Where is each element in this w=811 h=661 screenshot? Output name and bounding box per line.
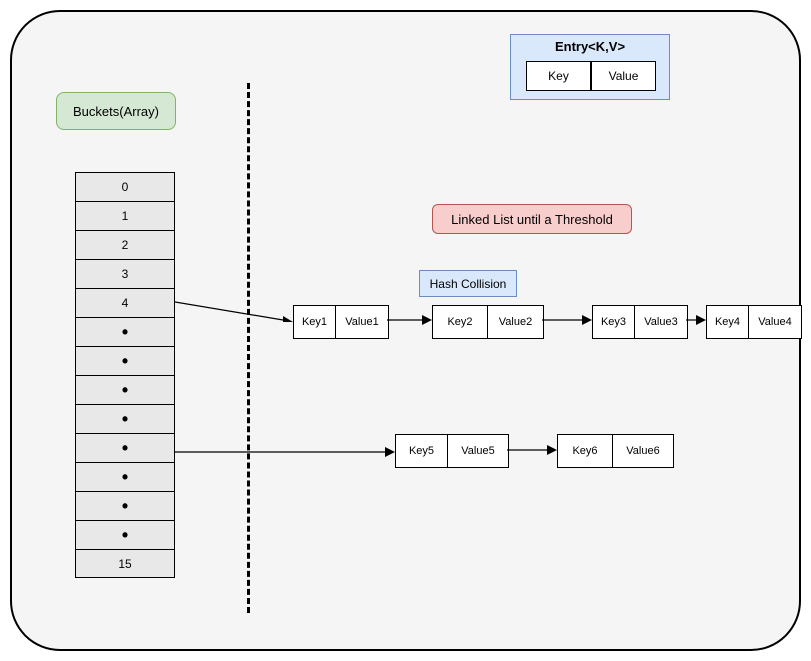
node-key: Key3 [593, 306, 635, 338]
bucket-cell: 4 [75, 288, 175, 317]
hash-collision-text: Hash Collision [430, 277, 507, 291]
list-node: Key5 Value5 [395, 434, 509, 468]
buckets-label: Buckets(Array) [56, 92, 176, 130]
bucket-cell: 15 [75, 549, 175, 578]
arrow-icon [686, 312, 706, 328]
bucket-cell: 0 [75, 172, 175, 201]
arrow-icon [175, 444, 395, 460]
list-node: Key1 Value1 [293, 305, 389, 339]
hash-collision-label: Hash Collision [419, 270, 517, 297]
entry-value-cell: Value [591, 61, 656, 91]
bucket-cell: 2 [75, 230, 175, 259]
bucket-cell: • [75, 491, 175, 520]
node-value: Value2 [488, 306, 543, 338]
diagram-frame: Buckets(Array) Entry<K,V> Key Value 0 1 … [10, 10, 801, 651]
arrow-icon [175, 292, 293, 322]
arrow-icon [387, 312, 432, 328]
bucket-cell: 3 [75, 259, 175, 288]
node-key: Key1 [294, 306, 336, 338]
bucket-cell: 1 [75, 201, 175, 230]
node-value: Value4 [749, 306, 801, 338]
bucket-cell: • [75, 433, 175, 462]
node-key: Key6 [558, 435, 613, 467]
bucket-cell: • [75, 317, 175, 346]
vertical-divider [247, 83, 250, 613]
node-value: Value1 [336, 306, 388, 338]
entry-title: Entry<K,V> [511, 35, 669, 54]
linked-list-badge: Linked List until a Threshold [432, 204, 632, 234]
arrow-icon [542, 312, 592, 328]
bucket-cell: • [75, 346, 175, 375]
node-key: Key2 [433, 306, 488, 338]
arrow-icon [507, 442, 557, 458]
node-key: Key5 [396, 435, 448, 467]
list-node: Key6 Value6 [557, 434, 674, 468]
bucket-cell: • [75, 375, 175, 404]
node-value: Value6 [613, 435, 673, 467]
list-node: Key4 Value4 [706, 305, 802, 339]
bucket-cell: • [75, 404, 175, 433]
node-value: Value5 [448, 435, 508, 467]
list-node: Key2 Value2 [432, 305, 544, 339]
buckets-label-text: Buckets(Array) [73, 104, 159, 119]
bucket-cell: • [75, 520, 175, 549]
node-value: Value3 [635, 306, 687, 338]
entry-inner: Key Value [526, 61, 656, 91]
entry-legend: Entry<K,V> Key Value [510, 34, 670, 100]
bucket-array: 0 1 2 3 4 • • • • • • • • 15 [75, 172, 175, 578]
linked-list-badge-text: Linked List until a Threshold [451, 212, 613, 227]
entry-key-cell: Key [526, 61, 591, 91]
node-key: Key4 [707, 306, 749, 338]
bucket-cell: • [75, 462, 175, 491]
list-node: Key3 Value3 [592, 305, 688, 339]
